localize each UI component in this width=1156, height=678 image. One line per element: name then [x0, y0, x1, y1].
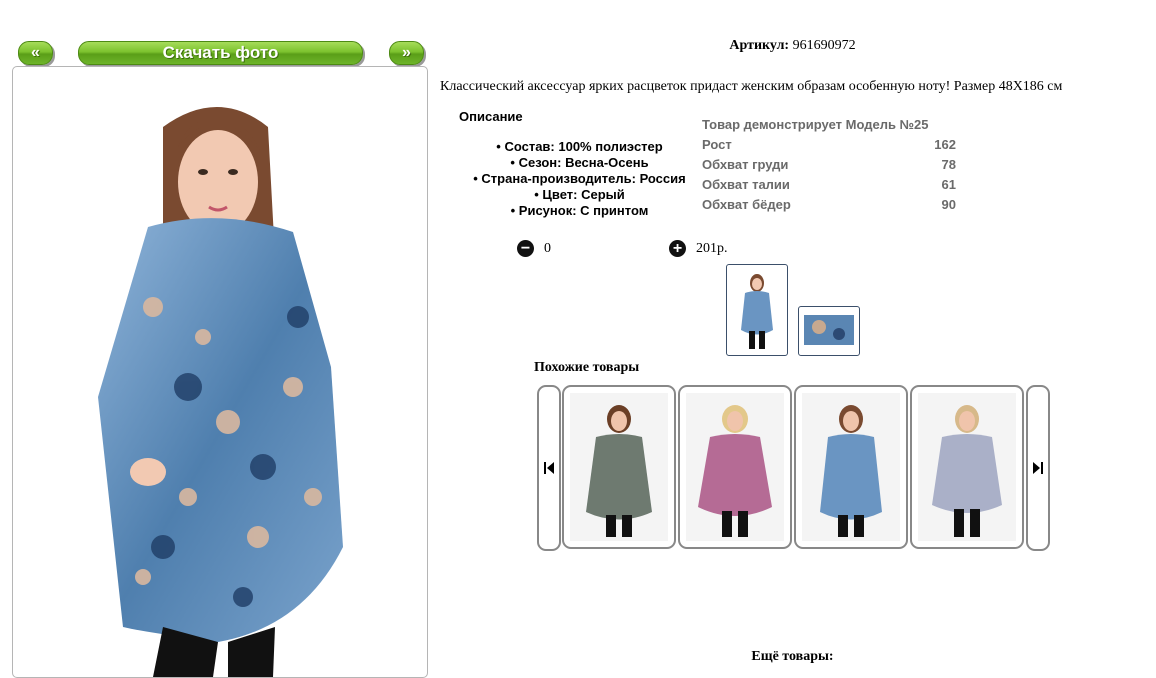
plus-icon[interactable]: +: [669, 240, 686, 257]
model-row-label: Обхват груди: [702, 157, 789, 172]
sku-label: Артикул:: [729, 38, 790, 53]
spec-title: Описание: [459, 109, 523, 124]
model-row-value: 78: [941, 157, 956, 172]
model-row-label: Рост: [702, 137, 732, 152]
spec-item: Цвет: Серый: [452, 187, 707, 203]
photo-thumbnail-1[interactable]: [726, 264, 788, 356]
sku-value: 961690972: [792, 38, 856, 53]
model-row-value: 90: [941, 197, 956, 212]
more-products-title: Ещё товары:: [751, 649, 834, 664]
model-row-label: Обхват бёдер: [702, 197, 791, 212]
model-row-value: 61: [941, 177, 956, 192]
similar-product-image: [802, 393, 900, 541]
model-row: Обхват груди 78: [702, 155, 956, 175]
model-header: Товар демонстрирует Модель №25: [702, 115, 956, 135]
model-row-value: 162: [934, 137, 956, 152]
skip-forward-icon: [1033, 462, 1043, 474]
model-measurements: Товар демонстрирует Модель №25 Рост 162 …: [702, 115, 956, 215]
model-header-text: Товар демонстрирует Модель №25: [702, 117, 929, 132]
similar-products-title: Похожие товары: [534, 360, 640, 375]
spec-item: Состав: 100% полиэстер: [452, 139, 707, 155]
spec-list: Состав: 100% полиэстер Сезон: Весна-Осен…: [452, 139, 707, 219]
thumbnail-image: [741, 274, 773, 349]
similar-product-image: [570, 393, 668, 541]
quantity-value: 0: [544, 240, 551, 256]
model-row: Обхват бёдер 90: [702, 195, 956, 215]
carousel-next-button[interactable]: [1026, 385, 1050, 551]
similar-product-card[interactable]: [562, 385, 676, 549]
spec-item: Сезон: Весна-Осень: [452, 155, 707, 171]
carousel-prev-button[interactable]: [537, 385, 561, 551]
model-row: Рост 162: [702, 135, 956, 155]
next-photo-button[interactable]: »: [389, 41, 424, 65]
minus-icon[interactable]: −: [517, 240, 534, 257]
quantity-control: − 0: [517, 240, 551, 257]
photo-thumbnail-2[interactable]: [798, 306, 860, 356]
model-row-label: Обхват талии: [702, 177, 790, 192]
price-control: + 201р.: [669, 240, 728, 257]
download-photo-button[interactable]: Скачать фото: [78, 41, 363, 65]
similar-product-image: [686, 393, 784, 541]
model-row: Обхват талии 61: [702, 175, 956, 195]
similar-product-card[interactable]: [910, 385, 1024, 549]
spec-item: Страна-производитель: Россия: [452, 171, 707, 187]
product-description: Классический аксессуар ярких расцветок п…: [440, 79, 1063, 94]
skip-back-icon: [544, 462, 554, 474]
previous-photo-button[interactable]: «: [18, 41, 53, 65]
similar-product-image: [918, 393, 1016, 541]
thumbnail-image: [804, 315, 854, 345]
spec-item: Рисунок: С принтом: [452, 203, 707, 219]
price-value: 201р.: [696, 240, 728, 256]
main-product-photo[interactable]: [12, 66, 428, 678]
product-photo-image: [98, 107, 343, 677]
similar-product-card[interactable]: [794, 385, 908, 549]
similar-product-card[interactable]: [678, 385, 792, 549]
sku-line: Артикул: 961690972: [440, 38, 1145, 54]
